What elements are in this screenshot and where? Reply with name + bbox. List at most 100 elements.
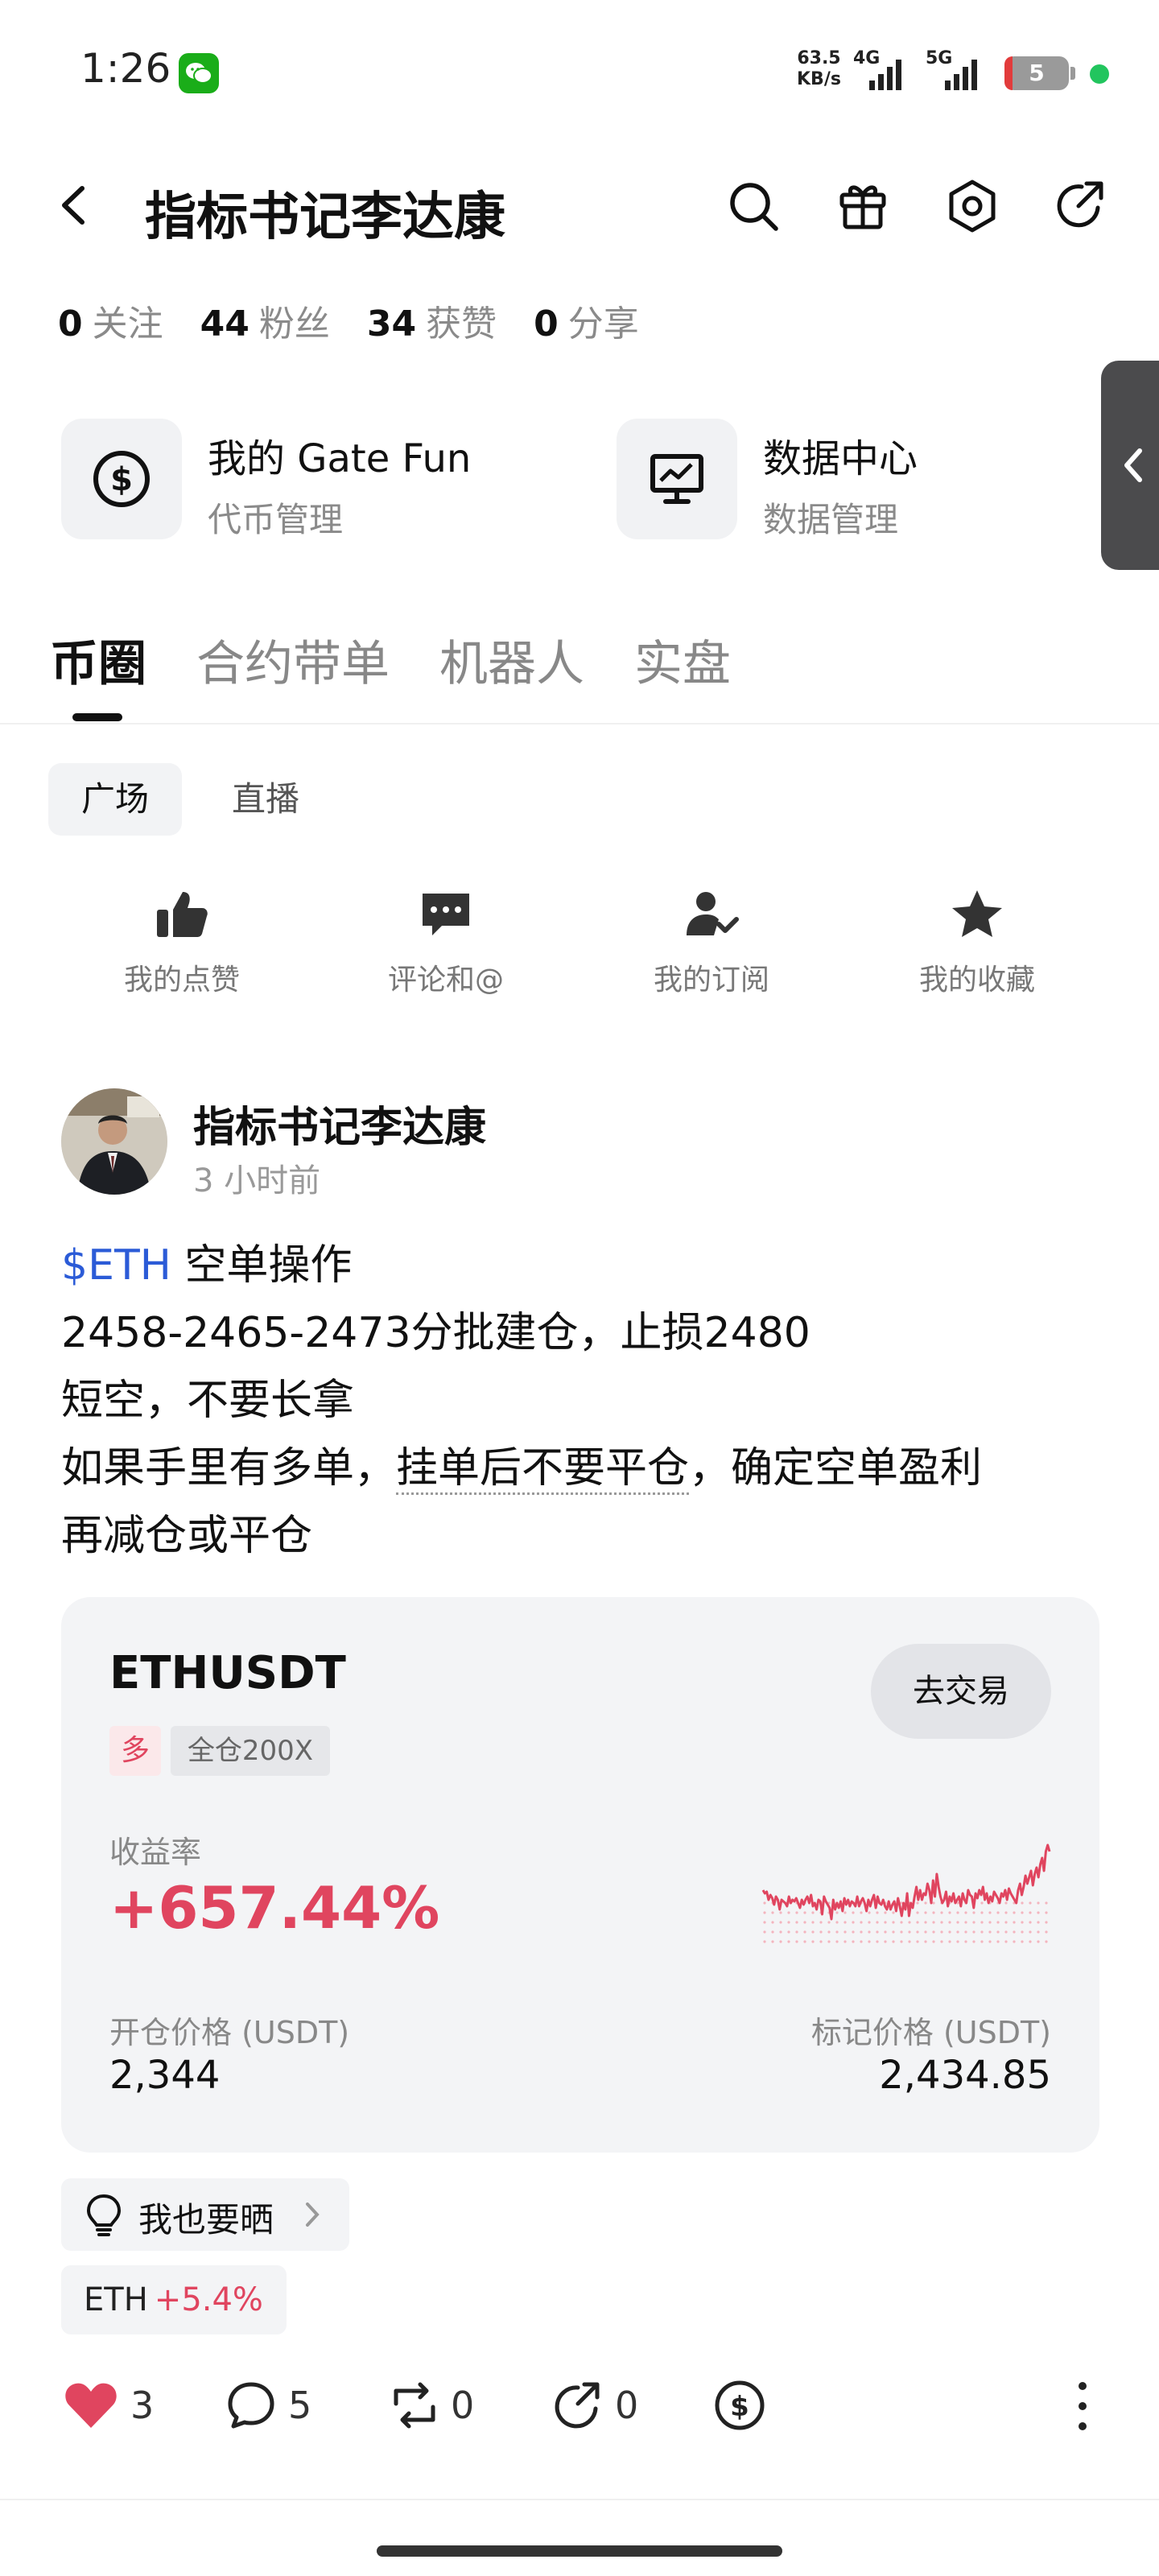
- position-side-badge: 多: [109, 1726, 161, 1776]
- thumbs-up-icon: [85, 882, 278, 947]
- home-indicator[interactable]: [377, 2545, 782, 2557]
- sparkline-fill-dot: [916, 1921, 919, 1924]
- sparkline-fill-dot: [795, 1940, 798, 1943]
- sparkline-fill-dot: [972, 1930, 975, 1934]
- tab-bots[interactable]: 机器人: [439, 625, 584, 695]
- settings-icon[interactable]: [942, 175, 1003, 237]
- sparkline-fill-dot: [924, 1940, 927, 1943]
- sparkline-fill-dot: [932, 1940, 935, 1943]
- sparkline-fill-dot: [1045, 1940, 1048, 1943]
- eth-ticker-pill[interactable]: ETH +5.4%: [61, 2265, 287, 2334]
- sparkline-fill-dot: [1045, 1911, 1048, 1914]
- tool-subtitle: 数据管理: [763, 500, 899, 539]
- heart-icon: [65, 2383, 117, 2428]
- sparkline-fill-dot: [1045, 1921, 1048, 1924]
- subtab-live[interactable]: 直播: [217, 763, 314, 836]
- sparkline-fill-dot: [1029, 1940, 1032, 1943]
- side-drawer-handle[interactable]: [1101, 361, 1159, 570]
- sparkline-fill-dot: [1004, 1911, 1008, 1914]
- hashtag-link[interactable]: $ETH: [61, 1241, 171, 1290]
- sparkline-fill-dot: [787, 1940, 790, 1943]
- sparkline-fill-dot: [803, 1911, 806, 1914]
- post-action-bar: 3 5 0 0 $: [0, 2373, 1159, 2446]
- sparkline-fill-dot: [779, 1921, 782, 1924]
- share-post-button[interactable]: 0: [554, 2373, 638, 2438]
- profile-stats: 0 关注 44 粉丝 34 获赞 0 分享: [58, 295, 639, 346]
- repost-button[interactable]: 0: [390, 2373, 474, 2438]
- sparkline-fill-dot: [852, 1911, 855, 1914]
- search-icon[interactable]: [723, 175, 784, 237]
- sparkline-fill-dot: [852, 1940, 855, 1943]
- sparkline-fill-dot: [787, 1930, 790, 1934]
- stat-followers[interactable]: 44 粉丝: [200, 295, 330, 346]
- sparkline-fill-dot: [1004, 1940, 1008, 1943]
- sparkline-fill-dot: [908, 1921, 911, 1924]
- sparkline-fill-dot: [980, 1921, 984, 1924]
- sparkline-fill-dot: [811, 1940, 815, 1943]
- trade-pair: ETHUSDT: [109, 1647, 346, 1699]
- sparkline-fill-dot: [980, 1911, 984, 1914]
- sparkline-fill-dot: [924, 1921, 927, 1924]
- tool-title: 数据中心: [763, 436, 918, 481]
- sparkline-fill-dot: [876, 1911, 879, 1914]
- sparkline-fill-dot: [1004, 1921, 1008, 1924]
- sparkline-fill-dot: [1013, 1940, 1016, 1943]
- sparkline-fill-dot: [972, 1940, 975, 1943]
- sparkline-fill-dot: [1037, 1901, 1040, 1905]
- post-author[interactable]: 指标书记李达康: [193, 1093, 486, 1154]
- subscribe-icon: [615, 882, 808, 947]
- my-favorites-button[interactable]: 我的收藏: [881, 882, 1074, 998]
- mark-price-value: 2,434.85: [879, 2053, 1051, 2098]
- stat-following[interactable]: 0 关注: [58, 295, 163, 346]
- sparkline-fill-dot: [972, 1921, 975, 1924]
- sparkline-fill-dot: [779, 1930, 782, 1934]
- tip-button[interactable]: $: [713, 2373, 766, 2438]
- go-trade-button[interactable]: 去交易: [871, 1644, 1051, 1739]
- sparkline-fill-dot: [860, 1930, 863, 1934]
- back-button[interactable]: [50, 177, 98, 233]
- page-title: 指标书记李达康: [145, 188, 505, 247]
- sparkline-fill-dot: [948, 1940, 951, 1943]
- sparkline-fill-dot: [876, 1921, 879, 1924]
- sparkline-fill-dot: [948, 1921, 951, 1924]
- trade-card[interactable]: ETHUSDT 去交易 多 全仓200X 收益率 +657.44% 开仓价格 (…: [61, 1597, 1099, 2153]
- pnl-value: +657.44%: [109, 1874, 440, 1942]
- sparkline-fill-dot: [811, 1911, 815, 1914]
- sparkline-fill-dot: [996, 1911, 1000, 1914]
- comment-button[interactable]: 5: [225, 2373, 311, 2438]
- comment-bubble-icon: [228, 2382, 274, 2429]
- avatar[interactable]: [61, 1088, 167, 1195]
- sparkline-fill-dot: [771, 1911, 774, 1914]
- sparkline-fill-dot: [940, 1921, 943, 1924]
- sparkline-fill-dot: [835, 1940, 839, 1943]
- tab-live-trading[interactable]: 实盘: [634, 625, 731, 695]
- subtab-square[interactable]: 广场: [48, 763, 182, 836]
- more-options-icon[interactable]: [1070, 2378, 1095, 2438]
- stat-likes[interactable]: 34 获赞: [367, 295, 497, 346]
- show-off-button[interactable]: 我也要晒: [61, 2178, 349, 2251]
- comments-mentions-button[interactable]: 评论和@: [349, 882, 542, 998]
- sparkline-fill-dot: [1021, 1911, 1024, 1914]
- gift-icon[interactable]: [832, 175, 893, 237]
- tab-copy-trading[interactable]: 合约带单: [196, 625, 390, 695]
- sparkline-fill-dot: [1037, 1911, 1040, 1914]
- sparkline-fill-dot: [988, 1921, 992, 1924]
- like-button[interactable]: 3: [63, 2373, 154, 2438]
- sparkline-fill-dot: [956, 1911, 959, 1914]
- sparkline-fill-dot: [900, 1940, 903, 1943]
- share-icon[interactable]: [1050, 175, 1111, 237]
- sparkline-fill-dot: [868, 1921, 871, 1924]
- stat-shares[interactable]: 0 分享: [534, 295, 639, 346]
- privacy-indicator-dot: [1090, 64, 1109, 84]
- sparkline-fill-dot: [924, 1901, 927, 1905]
- sparkline-fill-dot: [771, 1921, 774, 1924]
- sparkline-fill-dot: [1029, 1901, 1032, 1905]
- my-likes-button[interactable]: 我的点赞: [85, 882, 278, 998]
- sparkline-fill-dot: [956, 1921, 959, 1924]
- sparkline-fill-dot: [964, 1930, 967, 1934]
- sparkline-fill-dot: [787, 1911, 790, 1914]
- my-subscriptions-button[interactable]: 我的订阅: [615, 882, 808, 998]
- sparkline-fill-dot: [932, 1911, 935, 1914]
- tab-crypto-circle[interactable]: 币圈: [50, 625, 146, 721]
- divider: [0, 2499, 1159, 2500]
